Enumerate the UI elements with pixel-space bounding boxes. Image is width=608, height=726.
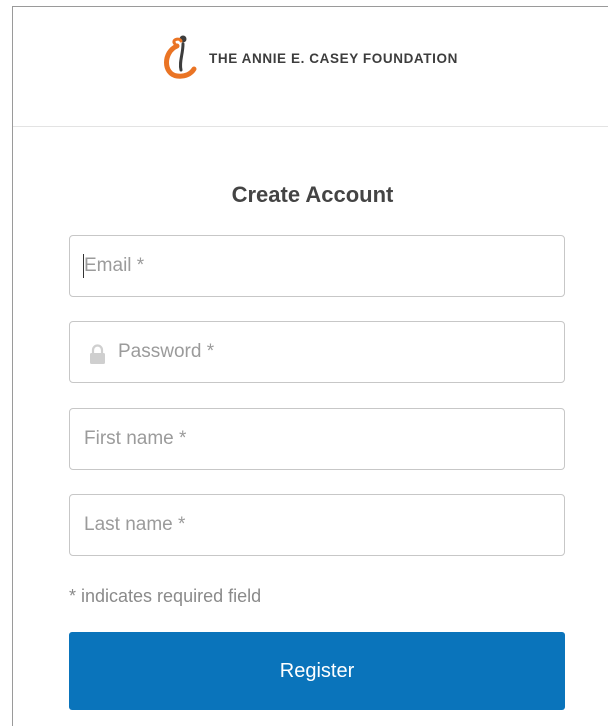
- page-frame: THE ANNIE E. CASEY FOUNDATION Create Acc…: [12, 6, 608, 726]
- casey-foundation-figure-icon: [164, 35, 197, 79]
- header: THE ANNIE E. CASEY FOUNDATION: [13, 7, 608, 127]
- foundation-logo: THE ANNIE E. CASEY FOUNDATION: [159, 32, 458, 82]
- text-cursor: [83, 254, 84, 278]
- password-field[interactable]: [69, 321, 565, 383]
- email-field[interactable]: [69, 235, 565, 297]
- first-name-field[interactable]: [69, 408, 565, 470]
- page-title: Create Account: [231, 182, 394, 207]
- brand-name: THE ANNIE E. CASEY FOUNDATION: [209, 50, 458, 66]
- required-field-note: * indicates required field: [69, 586, 262, 606]
- lock-icon: [90, 344, 105, 364]
- register-button[interactable]: Register: [69, 632, 565, 710]
- last-name-field[interactable]: [69, 494, 565, 556]
